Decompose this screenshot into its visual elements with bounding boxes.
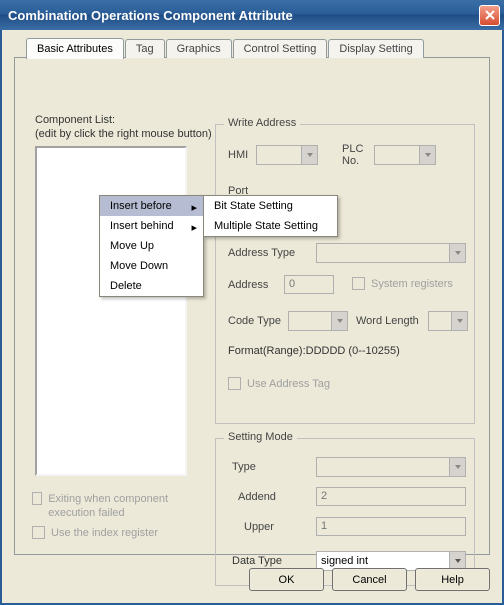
- combo-address-type[interactable]: [316, 243, 466, 263]
- chk-use-address-tag[interactable]: Use Address Tag: [228, 377, 330, 390]
- tab-graphics[interactable]: Graphics: [166, 39, 232, 58]
- submenu-arrow-icon: ▸: [191, 221, 197, 234]
- title-bar: Combination Operations Component Attribu…: [0, 0, 504, 30]
- dialog-client: Basic Attributes Tag Graphics Control Se…: [0, 30, 504, 605]
- context-menu: Insert before ▸ Insert behind ▸ Move Up …: [99, 195, 204, 297]
- context-submenu: Bit State Setting Multiple State Setting: [203, 195, 338, 237]
- group-legend: Setting Mode: [224, 431, 297, 443]
- label-plc-no: PLC No.: [342, 143, 363, 167]
- tab-strip: Basic Attributes Tag Graphics Control Se…: [26, 38, 425, 58]
- ctx-multiple-state-setting[interactable]: Multiple State Setting: [204, 216, 337, 236]
- combo-word-length[interactable]: [428, 311, 468, 331]
- ok-button[interactable]: OK: [249, 568, 324, 591]
- ctx-delete[interactable]: Delete: [100, 276, 203, 296]
- ctx-insert-behind[interactable]: Insert behind ▸: [100, 216, 203, 236]
- window-title: Combination Operations Component Attribu…: [8, 8, 293, 23]
- ctx-bit-state-setting[interactable]: Bit State Setting: [204, 196, 337, 216]
- combo-hmi[interactable]: [256, 145, 318, 165]
- label-hmi: HMI: [228, 149, 248, 161]
- checkbox-icon: [352, 277, 365, 290]
- combo-setting-type[interactable]: [316, 457, 466, 477]
- group-write-address: Write Address HMI PLC No. Port Address T…: [215, 124, 475, 424]
- checkbox-icon: [32, 526, 45, 539]
- tab-basic-attributes[interactable]: Basic Attributes: [26, 38, 124, 59]
- chk-use-index-register[interactable]: Use the index register: [32, 526, 158, 539]
- label-upper: Upper: [244, 521, 274, 533]
- button-bar: OK Cancel Help: [249, 568, 490, 591]
- chk-system-registers[interactable]: System registers: [352, 277, 453, 290]
- input-addend[interactable]: 2: [316, 487, 466, 506]
- component-list-label: Component List: (edit by click the right…: [35, 113, 212, 141]
- input-upper[interactable]: 1: [316, 517, 466, 536]
- tab-panel: Component List: (edit by click the right…: [14, 57, 490, 555]
- label-address: Address: [228, 279, 268, 291]
- label-data-type: Data Type: [232, 555, 282, 567]
- input-address[interactable]: 0: [284, 275, 334, 294]
- help-button[interactable]: Help: [415, 568, 490, 591]
- cancel-button[interactable]: Cancel: [332, 568, 407, 591]
- close-icon: [485, 10, 495, 20]
- combo-code-type[interactable]: [288, 311, 348, 331]
- label-word-length: Word Length: [356, 315, 419, 327]
- label-format: Format(Range):DDDDD (0--10255): [228, 345, 400, 357]
- tab-control-setting[interactable]: Control Setting: [233, 39, 328, 58]
- tab-tag[interactable]: Tag: [125, 39, 165, 58]
- ctx-move-up[interactable]: Move Up: [100, 236, 203, 256]
- tab-display-setting[interactable]: Display Setting: [328, 39, 423, 58]
- checkbox-icon: [32, 492, 42, 505]
- close-button[interactable]: [479, 5, 500, 26]
- group-legend: Write Address: [224, 117, 300, 129]
- chk-exit-when-fail[interactable]: Exiting when component execution failed: [32, 492, 197, 520]
- submenu-arrow-icon: ▸: [191, 201, 197, 214]
- label-type: Type: [232, 461, 256, 473]
- checkbox-icon: [228, 377, 241, 390]
- label-code-type: Code Type: [228, 315, 281, 327]
- label-addr-type: Address Type: [228, 247, 295, 259]
- ctx-move-down[interactable]: Move Down: [100, 256, 203, 276]
- ctx-insert-before[interactable]: Insert before ▸: [100, 196, 203, 216]
- group-setting-mode: Setting Mode Type Addend 2 Upper 1 Data …: [215, 438, 475, 586]
- label-addend: Addend: [238, 491, 276, 503]
- combo-plc-no[interactable]: [374, 145, 436, 165]
